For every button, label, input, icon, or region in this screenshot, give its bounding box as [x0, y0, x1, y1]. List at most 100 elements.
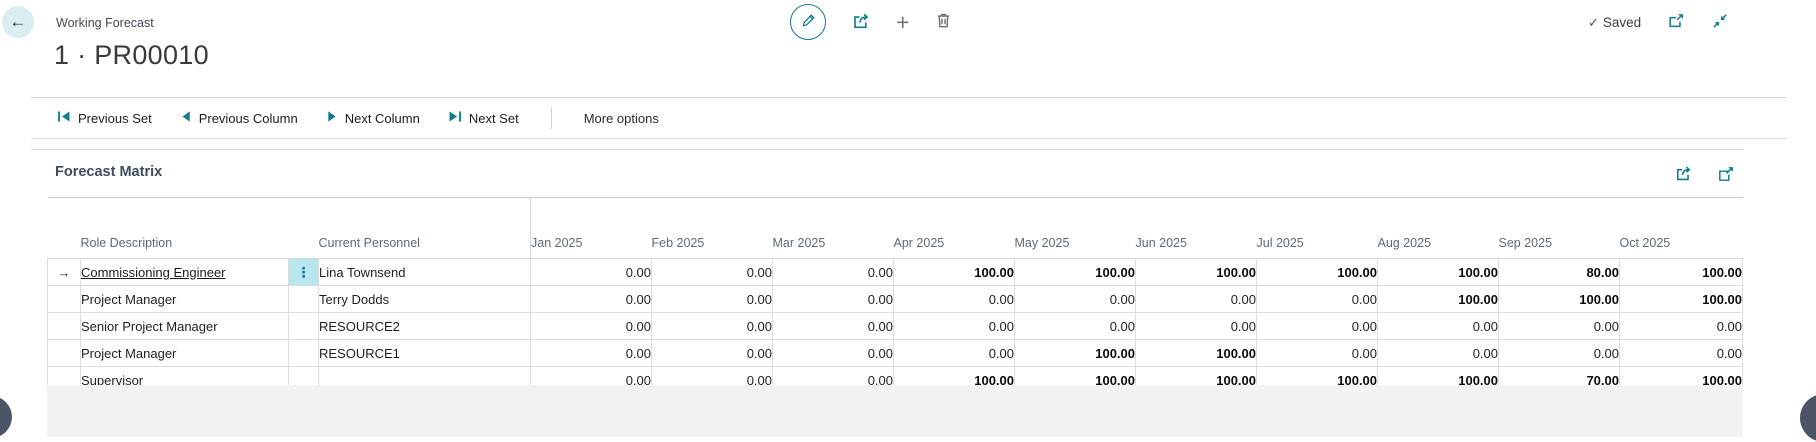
cell-context-menu-button[interactable]: ⋮ [289, 259, 318, 285]
previous-set-icon [57, 110, 71, 126]
role-description-cell[interactable]: Senior Project Manager [81, 313, 289, 340]
value-cell[interactable]: 0.00 [1378, 313, 1499, 340]
page-toolbar: + [790, 4, 953, 40]
role-description-cell[interactable]: Project Manager [81, 340, 289, 367]
value-cell[interactable]: 0.00 [773, 340, 894, 367]
value-cell[interactable]: 0.00 [652, 340, 773, 367]
value-cell[interactable]: 0.00 [1136, 313, 1257, 340]
value-cell[interactable]: 0.00 [1620, 340, 1743, 367]
value-cell[interactable]: 100.00 [1378, 286, 1499, 313]
breadcrumb[interactable]: Working Forecast [56, 16, 154, 30]
value-cell[interactable]: 0.00 [531, 340, 652, 367]
focus-mode-button[interactable] [1717, 164, 1735, 186]
value-cell[interactable]: 100.00 [1015, 259, 1136, 286]
value-cell[interactable]: 80.00 [1499, 259, 1620, 286]
next-set-button[interactable]: Next Set [448, 110, 519, 126]
column-header-month[interactable]: Feb 2025 [652, 198, 773, 259]
edit-button[interactable] [790, 4, 826, 40]
next-set-label: Next Set [469, 111, 519, 126]
value-cell[interactable]: 0.00 [652, 313, 773, 340]
previous-set-button[interactable]: Previous Set [57, 110, 152, 126]
value-cell[interactable]: 0.00 [1015, 286, 1136, 313]
next-column-button[interactable]: Next Column [326, 110, 420, 126]
column-header-role[interactable]: Role Description [81, 198, 289, 259]
value-cell[interactable]: 0.00 [894, 286, 1015, 313]
value-cell[interactable]: 0.00 [1499, 313, 1620, 340]
role-description-cell[interactable]: Commissioning Engineer [81, 259, 289, 286]
value-cell[interactable]: 100.00 [1499, 286, 1620, 313]
column-header-month[interactable]: Oct 2025 [1620, 198, 1743, 259]
forecast-matrix-table: Role Description Current Personnel Jan 2… [47, 197, 1743, 394]
value-cell[interactable]: 0.00 [531, 313, 652, 340]
personnel-cell[interactable]: RESOURCE2 [319, 313, 531, 340]
more-options-button[interactable]: More options [584, 111, 659, 126]
column-header-month[interactable]: Sep 2025 [1499, 198, 1620, 259]
edge-circle-left[interactable] [0, 396, 12, 438]
value-cell[interactable]: 100.00 [1620, 259, 1743, 286]
row-menu-header [289, 198, 319, 259]
next-column-label: Next Column [345, 111, 420, 126]
value-cell[interactable]: 0.00 [1378, 340, 1499, 367]
page-title: 1 · PR00010 [54, 40, 209, 71]
value-cell[interactable]: 0.00 [652, 259, 773, 286]
table-row: Project ManagerTerry Dodds0.000.000.000.… [48, 286, 1743, 313]
value-cell[interactable]: 0.00 [1136, 286, 1257, 313]
table-row: Project ManagerRESOURCE10.000.000.000.00… [48, 340, 1743, 367]
value-cell[interactable]: 0.00 [773, 259, 894, 286]
value-cell[interactable]: 0.00 [894, 340, 1015, 367]
personnel-cell[interactable]: Terry Dodds [319, 286, 531, 313]
value-cell[interactable]: 0.00 [1257, 313, 1378, 340]
value-cell[interactable]: 100.00 [1257, 259, 1378, 286]
role-description-cell[interactable]: Project Manager [81, 286, 289, 313]
pencil-icon [800, 12, 817, 32]
delete-button[interactable] [934, 11, 953, 33]
next-set-icon [448, 110, 462, 126]
value-cell[interactable]: 0.00 [894, 313, 1015, 340]
value-cell[interactable]: 100.00 [1136, 340, 1257, 367]
trash-icon [934, 11, 953, 33]
table-row: Senior Project ManagerRESOURCE20.000.000… [48, 313, 1743, 340]
personnel-cell[interactable]: RESOURCE1 [319, 340, 531, 367]
edge-circle-right[interactable] [1800, 394, 1816, 442]
column-header-month[interactable]: May 2025 [1015, 198, 1136, 259]
value-cell[interactable]: 0.00 [1620, 313, 1743, 340]
row-indicator-cell [48, 340, 81, 367]
previous-column-icon [180, 110, 192, 126]
value-cell[interactable]: 100.00 [894, 259, 1015, 286]
value-cell[interactable]: 0.00 [1257, 340, 1378, 367]
previous-column-button[interactable]: Previous Column [180, 110, 298, 126]
value-cell[interactable]: 0.00 [1015, 313, 1136, 340]
value-cell[interactable]: 100.00 [1378, 259, 1499, 286]
column-header-month[interactable]: Mar 2025 [773, 198, 894, 259]
back-button[interactable]: ← [2, 6, 34, 38]
value-cell[interactable]: 100.00 [1015, 340, 1136, 367]
value-cell[interactable]: 0.00 [652, 286, 773, 313]
column-header-month[interactable]: Jul 2025 [1257, 198, 1378, 259]
role-description-link[interactable]: Commissioning Engineer [81, 265, 226, 280]
expand-icon [1717, 165, 1735, 186]
saved-label: Saved [1603, 15, 1641, 30]
previous-set-label: Previous Set [78, 111, 152, 126]
value-cell[interactable]: 0.00 [1499, 340, 1620, 367]
value-cell[interactable]: 0.00 [773, 313, 894, 340]
column-header-personnel[interactable]: Current Personnel [319, 198, 531, 259]
value-cell[interactable]: 0.00 [1257, 286, 1378, 313]
value-cell[interactable]: 0.00 [531, 259, 652, 286]
value-cell[interactable]: 100.00 [1620, 286, 1743, 313]
personnel-cell[interactable]: Lina Townsend [319, 259, 531, 286]
share-icon [1674, 164, 1693, 186]
value-cell[interactable]: 0.00 [773, 286, 894, 313]
column-header-month[interactable]: Apr 2025 [894, 198, 1015, 259]
value-cell[interactable]: 0.00 [531, 286, 652, 313]
previous-column-label: Previous Column [199, 111, 298, 126]
divider [31, 138, 1787, 139]
share-button[interactable] [851, 11, 871, 34]
open-in-new-window-button[interactable] [1667, 12, 1685, 33]
add-button[interactable]: + [896, 11, 909, 34]
value-cell[interactable]: 100.00 [1136, 259, 1257, 286]
collapse-button[interactable] [1711, 12, 1729, 33]
column-header-month[interactable]: Jan 2025 [531, 198, 652, 259]
part-share-button[interactable] [1674, 164, 1693, 186]
column-header-month[interactable]: Jun 2025 [1136, 198, 1257, 259]
column-header-month[interactable]: Aug 2025 [1378, 198, 1499, 259]
